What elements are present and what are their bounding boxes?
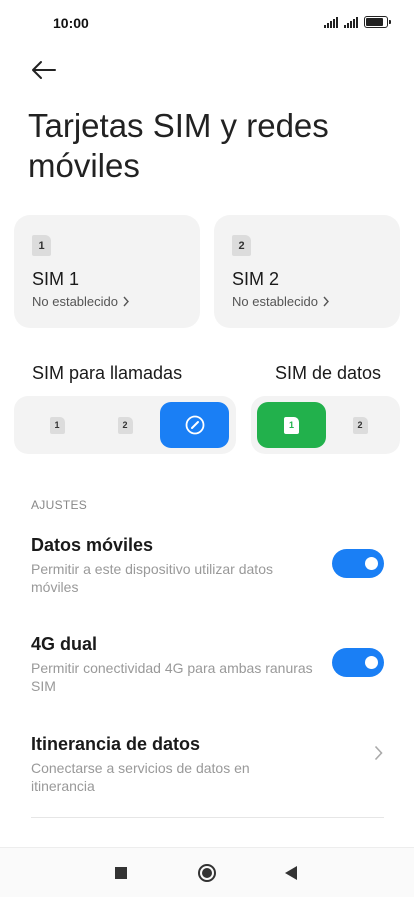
data-sim-label: SIM de datos bbox=[274, 363, 381, 383]
mobile-data-toggle[interactable] bbox=[332, 549, 384, 578]
chevron-right-icon bbox=[123, 296, 129, 307]
settings-section-header: AJUSTES bbox=[31, 498, 88, 512]
signal-icon bbox=[344, 16, 358, 28]
navigation-bar bbox=[0, 847, 414, 897]
sim-status: No establecido bbox=[32, 294, 130, 309]
sim-status: No establecido bbox=[232, 294, 330, 309]
sim-status-text: No establecido bbox=[32, 294, 118, 309]
calls-sim-option-always-ask[interactable] bbox=[160, 402, 229, 448]
home-circle-icon bbox=[198, 864, 216, 882]
sim-name: SIM 2 bbox=[232, 269, 280, 289]
recents-button[interactable] bbox=[109, 861, 133, 885]
back-nav-button[interactable] bbox=[279, 861, 303, 885]
sim-card-icon: 1 bbox=[49, 416, 65, 434]
sim-card-icon: 2 bbox=[232, 235, 251, 256]
calls-sim-label: SIM para llamadas bbox=[32, 363, 183, 383]
page-title: Tarjetas SIM y redes móviles bbox=[28, 107, 329, 184]
sim-status-text: No establecido bbox=[232, 294, 318, 309]
always-ask-icon bbox=[185, 415, 204, 435]
sim-card-icon: 2 bbox=[117, 416, 133, 434]
data-sim-selector: 1 2 bbox=[251, 396, 400, 454]
home-button[interactable] bbox=[195, 861, 219, 885]
data-sim-option-1[interactable]: 1 bbox=[257, 402, 326, 448]
data-sim-option-2[interactable]: 2 bbox=[327, 402, 393, 448]
sim-card-icon: 2 bbox=[352, 416, 368, 434]
calls-sim-option-1[interactable]: 1 bbox=[24, 402, 90, 448]
back-triangle-icon bbox=[285, 866, 297, 880]
sim-card-icon: 1 bbox=[32, 235, 51, 256]
status-bar: 10:00 bbox=[0, 0, 414, 46]
setting-title: 4G dual bbox=[31, 634, 98, 654]
status-icons bbox=[324, 15, 391, 29]
recents-square-icon bbox=[115, 867, 127, 879]
arrow-left-icon bbox=[32, 61, 56, 79]
chevron-right-icon bbox=[370, 745, 386, 761]
sim-card-2[interactable]: 2 SIM 2 No establecido bbox=[214, 215, 400, 328]
back-button[interactable] bbox=[28, 54, 60, 86]
battery-icon bbox=[364, 16, 391, 28]
setting-data-roaming[interactable]: Itinerancia de datos Conectarse a servic… bbox=[0, 734, 414, 794]
calls-sim-selector: 1 2 bbox=[14, 396, 236, 454]
sim-name: SIM 1 bbox=[32, 269, 80, 289]
setting-mobile-data[interactable]: Datos móviles Permitir a este dispositiv… bbox=[0, 535, 414, 595]
setting-description: Permitir a este dispositivo utilizar dat… bbox=[31, 561, 273, 595]
setting-description: Conectarse a servicios de datos en itine… bbox=[31, 760, 250, 794]
chevron-right-icon bbox=[323, 296, 329, 307]
setting-title: Itinerancia de datos bbox=[31, 734, 201, 754]
setting-title: Datos móviles bbox=[31, 535, 154, 555]
divider bbox=[31, 817, 384, 818]
sim-card-1[interactable]: 1 SIM 1 No establecido bbox=[14, 215, 200, 328]
sim-card-icon: 1 bbox=[284, 416, 299, 434]
status-time: 10:00 bbox=[53, 15, 89, 31]
setting-description: Permitir conectividad 4G para ambas ranu… bbox=[31, 660, 313, 694]
signal-icon bbox=[324, 16, 338, 28]
calls-sim-option-2[interactable]: 2 bbox=[92, 402, 158, 448]
setting-dual-4g[interactable]: 4G dual Permitir conectividad 4G para am… bbox=[0, 634, 414, 694]
dual-4g-toggle[interactable] bbox=[332, 648, 384, 677]
